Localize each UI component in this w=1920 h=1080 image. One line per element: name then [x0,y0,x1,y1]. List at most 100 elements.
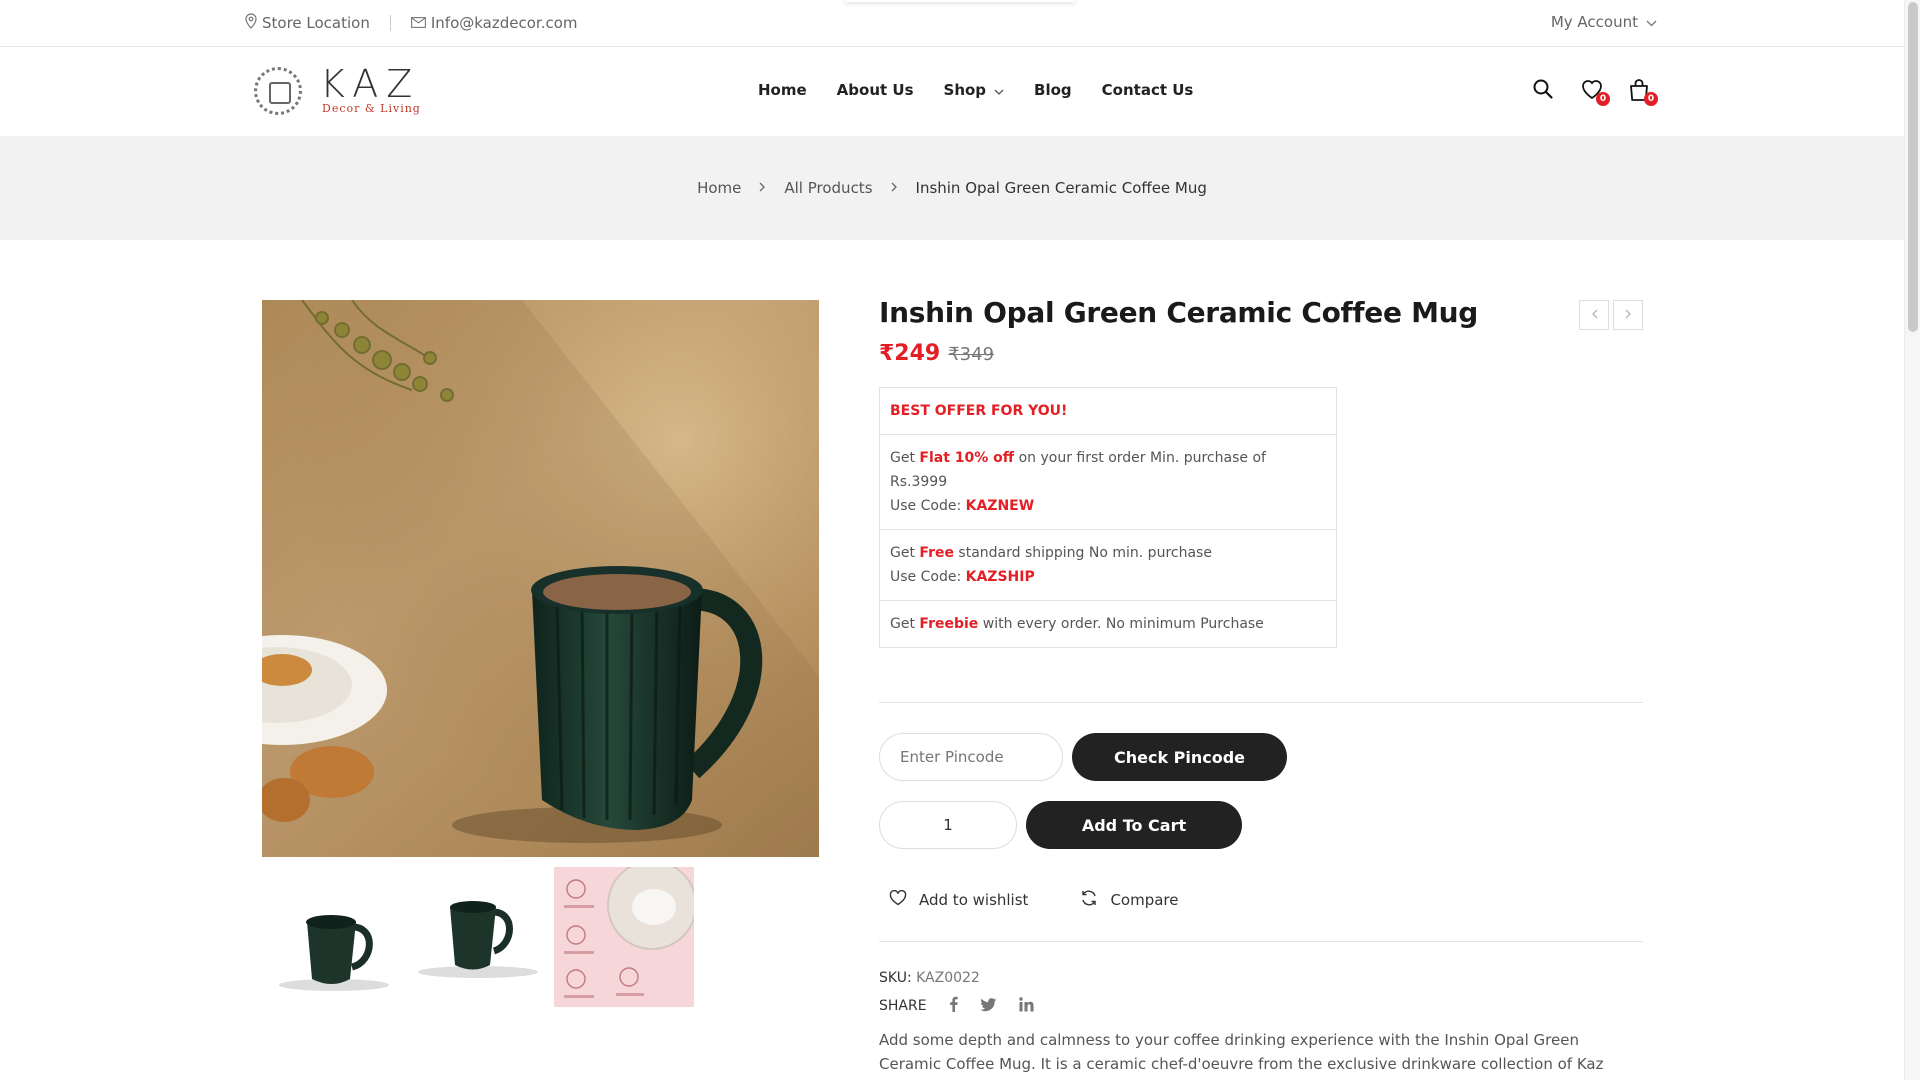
share-label: SHARE [879,998,927,1014]
breadcrumb: Home All Products Inshin Opal Green Cera… [0,136,1904,240]
my-account-label: My Account [1550,13,1638,31]
pincode-row: Check Pincode [879,733,1643,781]
breadcrumb-current: Inshin Opal Green Ceramic Coffee Mug [915,179,1207,197]
product-main-image[interactable] [262,300,819,857]
refresh-compare-icon [1080,889,1098,911]
pincode-input[interactable] [879,733,1063,781]
offer-highlight: Free [919,545,954,561]
compare-link[interactable]: Compare [1080,889,1178,911]
email-label: Info@kazdecor.com [430,14,578,32]
offers-heading: BEST OFFER FOR YOU! [890,403,1068,419]
sale-price: ₹249 [879,341,941,366]
product-actions: Add to wishlist Compare [879,889,1643,911]
divider [879,702,1643,703]
chevron-down-icon [994,81,1004,99]
sku-row: SKU: KAZ0022 [879,970,1643,986]
chevron-down-icon [1646,13,1657,31]
divider [879,941,1643,942]
logo-emblem-icon [254,66,302,115]
price-row: ₹249 ₹349 [879,341,1643,366]
heart-icon [889,889,907,910]
offer-highlight: Freebie [919,616,979,632]
offer-text: with every order. No minimum Purchase [978,616,1264,632]
mug-photo-illustration [262,300,819,857]
wishlist-count-badge: 0 [1596,92,1610,106]
header-icons: 0 0 [1532,78,1658,106]
thumbnail-2[interactable] [408,867,548,1007]
offer-code-line: Use Code: KAZNEW [890,494,1326,518]
product-navigation [1579,300,1643,330]
offers-box: BEST OFFER FOR YOU! Get Flat 10% off on … [879,387,1337,648]
quantity-input[interactable]: 1 [879,801,1017,849]
compare-label: Compare [1110,891,1179,909]
offer-code-label: Use Code: [890,498,966,514]
nav-about-us[interactable]: About Us [837,81,914,99]
search-icon [1532,79,1554,104]
offer-item: Get Freebie with every order. No minimum… [880,600,1336,647]
thumbnail-1[interactable] [262,867,402,1007]
top-bar: Store Location Info@kazdecor.com My Acco… [0,0,1904,47]
offer-line: Get Free standard shipping No min. purch… [890,541,1326,565]
offer-code-label: Use Code: [890,569,966,585]
my-account-menu[interactable]: My Account [1551,13,1657,31]
sku-value: KAZ0022 [916,970,980,986]
top-bar-contact: Store Location Info@kazdecor.com [245,13,578,33]
offer-code: KAZNEW [965,498,1035,514]
next-product-button[interactable] [1613,300,1643,330]
offer-item: Get Free standard shipping No min. purch… [880,529,1336,600]
main-nav: Home About Us Shop Blog Contact Us [758,81,1193,99]
twitter-icon[interactable] [979,997,997,1016]
facebook-icon[interactable] [949,996,958,1016]
logo-wordmark: KAZ Decor & Living [320,62,421,115]
location-pin-icon [245,13,257,33]
page-scrollbar[interactable] [1904,0,1920,1080]
product-features-infographic [554,867,694,1007]
product-title: Inshin Opal Green Ceramic Coffee Mug [879,296,1479,329]
sku-label: SKU: [879,970,912,986]
store-location-link[interactable]: Store Location [245,13,370,33]
scrollbar-thumb[interactable] [1908,2,1918,332]
cart-count-badge: 0 [1644,92,1658,106]
logo-title: KAZ [320,62,421,106]
cart-button[interactable]: 0 [1628,78,1658,106]
check-pincode-button[interactable]: Check Pincode [1072,733,1287,781]
store-location-label: Store Location [262,14,370,32]
offer-code-line: Use Code: KAZSHIP [890,565,1326,589]
offer-text: Get [890,616,920,632]
offer-line: Get Freebie with every order. No minimum… [890,612,1326,636]
add-to-wishlist-link[interactable]: Add to wishlist [889,889,1028,911]
add-to-cart-button[interactable]: Add To Cart [1026,801,1242,849]
thumbnail-3[interactable] [554,867,694,1007]
divider [389,15,391,31]
breadcrumb-all-products[interactable]: All Products [784,179,872,197]
product-info: Inshin Opal Green Ceramic Coffee Mug ₹24… [879,296,1643,1080]
add-to-wishlist-label: Add to wishlist [919,891,1029,909]
nav-contact-us[interactable]: Contact Us [1102,81,1194,99]
offer-text: Get [890,450,920,466]
add-to-cart-row: 1 Add To Cart [879,801,1643,849]
product-thumbnails [262,867,694,1007]
chevron-right-icon [891,181,898,196]
top-bar-dropdown-edge [845,0,1075,2]
wishlist-button[interactable]: 0 [1580,78,1610,106]
nav-shop[interactable]: Shop [944,81,1005,99]
mug-thumbnail-image [418,901,538,978]
previous-product-button[interactable] [1579,300,1609,330]
offer-line: Get Flat 10% off on your first order Min… [890,446,1326,494]
offer-item: Get Flat 10% off on your first order Min… [880,434,1336,529]
nav-blog[interactable]: Blog [1034,81,1072,99]
site-header: KAZ Decor & Living Home About Us Shop Bl… [0,48,1904,136]
mug-thumbnail-image [279,915,389,991]
product-description: Add some depth and calmness to your coff… [879,1031,1616,1080]
chevron-left-icon [1591,307,1598,323]
breadcrumb-home[interactable]: Home [697,179,741,197]
offer-code: KAZSHIP [965,569,1035,585]
share-row: SHARE [879,996,1643,1016]
search-button[interactable] [1532,78,1556,102]
chevron-right-icon [1625,307,1632,323]
nav-home[interactable]: Home [758,81,807,99]
site-logo[interactable]: KAZ Decor & Living [254,62,421,115]
email-link[interactable]: Info@kazdecor.com [410,14,578,32]
mail-icon [410,14,426,32]
linkedin-icon[interactable] [1018,996,1034,1016]
